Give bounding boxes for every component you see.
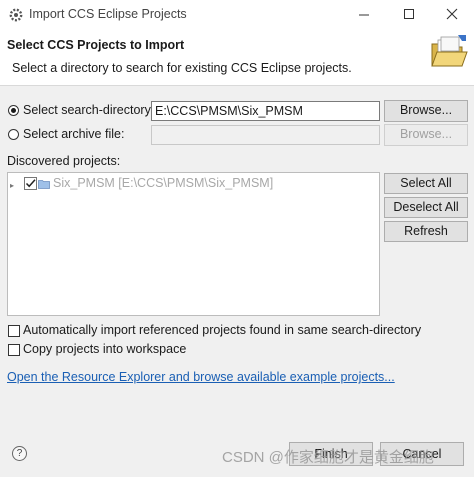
project-item-text: Six_PMSM [E:\CCS\PMSM\Six_PMSM] bbox=[53, 176, 274, 190]
open-folder-icon bbox=[428, 32, 470, 74]
search-directory-label: Select search-directory: bbox=[23, 103, 155, 117]
search-directory-radio[interactable] bbox=[8, 105, 19, 116]
auto-import-label: Automatically import referenced projects… bbox=[23, 323, 422, 337]
watermark: CSDN @作家细胞才是黄金细胞 bbox=[222, 449, 434, 466]
wizard-header: Select CCS Projects to Import Select a d… bbox=[0, 30, 474, 86]
maximize-button[interactable] bbox=[396, 4, 422, 26]
header-title: Select CCS Projects to Import bbox=[7, 38, 185, 52]
close-button[interactable] bbox=[439, 4, 465, 26]
search-directory-input[interactable]: E:\CCS\PMSM\Six_PMSM bbox=[151, 101, 380, 121]
copy-projects-label: Copy projects into workspace bbox=[23, 342, 187, 356]
collapse-arrow-icon[interactable]: ▸ bbox=[10, 181, 14, 190]
select-all-button[interactable]: Select All bbox=[384, 173, 468, 194]
browse-directory-button[interactable]: Browse... bbox=[384, 100, 468, 122]
minimize-button[interactable] bbox=[351, 4, 377, 26]
deselect-all-button[interactable]: Deselect All bbox=[384, 197, 468, 218]
help-icon[interactable]: ? bbox=[12, 446, 27, 461]
resource-explorer-link[interactable]: Open the Resource Explorer and browse av… bbox=[7, 370, 395, 384]
copy-projects-checkbox[interactable] bbox=[8, 344, 20, 356]
auto-import-checkbox[interactable] bbox=[8, 325, 20, 337]
refresh-button[interactable]: Refresh bbox=[384, 221, 468, 242]
archive-file-input bbox=[151, 125, 380, 145]
archive-file-radio[interactable] bbox=[8, 129, 19, 140]
discovered-projects-label: Discovered projects: bbox=[7, 154, 121, 168]
archive-file-label: Select archive file: bbox=[23, 127, 125, 141]
projects-list[interactable]: ▸ Six_PMSM [E:\CCS\PMSM\Six_PMSM] bbox=[7, 172, 380, 316]
header-description: Select a directory to search for existin… bbox=[12, 61, 352, 75]
app-gear-icon bbox=[9, 8, 23, 22]
title-bar: Import CCS Eclipse Projects bbox=[0, 0, 474, 30]
browse-archive-button: Browse... bbox=[384, 124, 468, 146]
project-checkbox[interactable] bbox=[24, 177, 37, 190]
window-title: Import CCS Eclipse Projects bbox=[29, 7, 187, 21]
project-folder-icon bbox=[38, 178, 50, 189]
